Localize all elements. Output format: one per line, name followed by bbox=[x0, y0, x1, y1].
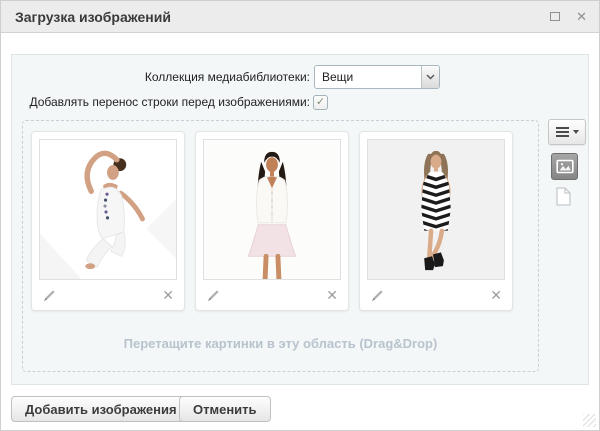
photo-woman-white-dress bbox=[40, 140, 176, 279]
cancel-button[interactable]: Отменить bbox=[179, 396, 271, 422]
photo-thumbnail-1[interactable] bbox=[39, 139, 177, 280]
thumbnail-list: ✕ bbox=[31, 131, 523, 311]
collection-select[interactable]: Вещи bbox=[314, 65, 440, 89]
thumbnail-actions: ✕ bbox=[203, 280, 341, 310]
collection-label: Коллекция медиабиблиотеки: bbox=[12, 65, 310, 89]
linebreak-label: Добавлять перенос строки перед изображен… bbox=[12, 95, 310, 110]
thumbnail-actions: ✕ bbox=[367, 280, 505, 310]
photo-thumbnail-2[interactable] bbox=[203, 139, 341, 280]
view-menu-button[interactable] bbox=[548, 119, 586, 145]
close-icon[interactable]: ✕ bbox=[576, 1, 587, 32]
remove-icon[interactable]: ✕ bbox=[326, 288, 338, 303]
upload-dialog: Загрузка изображений ✕ Коллекция медиаби… bbox=[0, 0, 600, 431]
linebreak-checkbox[interactable]: ✓ bbox=[313, 95, 328, 110]
caret-down-icon bbox=[573, 130, 579, 134]
remove-icon[interactable]: ✕ bbox=[162, 288, 174, 303]
photo-thumbnail-3[interactable] bbox=[367, 139, 505, 280]
dropzone[interactable]: ✕ bbox=[22, 120, 539, 372]
edit-pencil-icon[interactable] bbox=[370, 288, 385, 303]
thumbnail-actions: ✕ bbox=[39, 280, 177, 310]
chevron-down-icon[interactable] bbox=[421, 66, 439, 88]
image-view-button[interactable] bbox=[551, 153, 578, 180]
dropzone-hint: Перетащите картинки в эту область (Drag&… bbox=[23, 336, 538, 351]
photo-woman-cardigan-skirt bbox=[204, 140, 340, 279]
resize-grip[interactable] bbox=[583, 414, 596, 427]
remove-icon[interactable]: ✕ bbox=[490, 288, 502, 303]
edit-pencil-icon[interactable] bbox=[42, 288, 57, 303]
view-toolbar bbox=[548, 119, 590, 206]
dialog-title: Загрузка изображений bbox=[15, 1, 171, 33]
add-images-button[interactable]: Добавить изображения bbox=[11, 396, 191, 422]
edit-pencil-icon[interactable] bbox=[206, 288, 221, 303]
collection-select-value: Вещи bbox=[322, 66, 353, 88]
dialog-titlebar: Загрузка изображений ✕ bbox=[1, 1, 599, 33]
photo-woman-zebra-dress bbox=[368, 140, 504, 279]
thumbnail-card-2: ✕ bbox=[195, 131, 349, 311]
maximize-icon[interactable] bbox=[550, 12, 560, 21]
hamburger-menu-icon bbox=[556, 125, 569, 139]
document-icon[interactable] bbox=[556, 187, 571, 206]
upload-form-panel: Коллекция медиабиблиотеки: Вещи Добавлят… bbox=[11, 54, 589, 385]
thumbnail-card-3: ✕ bbox=[359, 131, 513, 311]
image-icon bbox=[556, 159, 574, 174]
thumbnail-card-1: ✕ bbox=[31, 131, 185, 311]
checkmark-icon: ✓ bbox=[314, 96, 327, 109]
